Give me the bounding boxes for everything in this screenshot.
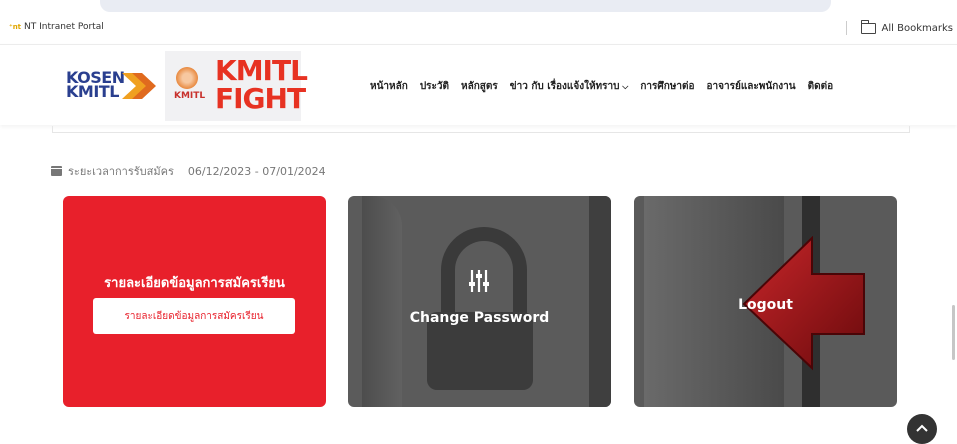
logout-label: Logout bbox=[738, 297, 793, 313]
logo-kosen-line2: KMITL bbox=[66, 82, 119, 101]
nt-favicon-icon: ⁺nt bbox=[9, 23, 22, 31]
site-header: KOSEN KMITL KMITL KMITL FIGHT หน้าหลัก ป… bbox=[0, 44, 957, 125]
chevron-logo-icon bbox=[122, 73, 156, 99]
main-nav: หน้าหลัก ประวัติ หลักสูตร ข่าว กับ เรื่อ… bbox=[370, 79, 833, 94]
content-divider-box bbox=[52, 126, 910, 133]
logout-card[interactable]: Logout bbox=[634, 196, 897, 407]
lock-background-edge bbox=[589, 196, 611, 407]
nav-staff[interactable]: อาจารย์และพนักงาน bbox=[707, 79, 796, 94]
bookmarks-divider bbox=[845, 21, 847, 35]
all-bookmarks-button[interactable]: All Bookmarks bbox=[845, 19, 953, 35]
nav-news-dropdown[interactable]: ข่าว กับ เรื่องแจ้งให้ทราบ bbox=[510, 79, 629, 94]
fight-logo-top: KMITL bbox=[215, 54, 308, 87]
calendar-icon bbox=[51, 166, 62, 176]
nav-history[interactable]: ประวัติ bbox=[420, 79, 449, 94]
lock-background-shape bbox=[362, 196, 402, 407]
address-bar[interactable] bbox=[100, 0, 831, 12]
change-password-label: Change Password bbox=[409, 310, 550, 326]
application-details-button[interactable]: รายละเอียดข้อมูลการสมัครเรียน bbox=[93, 298, 295, 334]
chevron-up-icon bbox=[916, 424, 928, 432]
kmitl-fight-logo[interactable]: KMITL KMITL FIGHT bbox=[165, 51, 308, 121]
kmitl-emblem-text: KMITL bbox=[174, 91, 206, 101]
sliders-icon bbox=[469, 270, 489, 292]
application-details-title: รายละเอียดข้อมูลการสมัครเรียน bbox=[104, 276, 285, 291]
nav-further-study[interactable]: การศึกษาต่อ bbox=[640, 79, 694, 94]
nav-curriculum[interactable]: หลักสูตร bbox=[461, 79, 498, 94]
all-bookmarks-label: All Bookmarks bbox=[881, 22, 953, 34]
browser-bookmarks-bar: ⁺nt NT Intranet Portal All Bookmarks bbox=[0, 0, 957, 44]
change-password-card[interactable]: Change Password bbox=[348, 196, 611, 407]
bookmark-nt-intranet[interactable]: ⁺nt NT Intranet Portal bbox=[9, 22, 104, 32]
nav-contact[interactable]: ติดต่อ bbox=[808, 79, 834, 94]
scrollbar-thumb[interactable] bbox=[952, 305, 955, 360]
fight-logo-bottom: FIGHT bbox=[215, 82, 306, 115]
kosen-kmitl-logo[interactable]: KOSEN KMITL bbox=[66, 67, 158, 107]
application-details-card: รายละเอียดข้อมูลการสมัครเรียน รายละเอียด… bbox=[63, 196, 326, 407]
kmitl-emblem-icon bbox=[176, 67, 198, 89]
period-label: ระยะเวลาการรับสมัคร bbox=[68, 165, 174, 178]
nav-home[interactable]: หน้าหลัก bbox=[370, 79, 408, 94]
folder-icon bbox=[860, 19, 876, 34]
application-period: ระยะเวลาการรับสมัคร 06/12/2023 - 07/01/2… bbox=[51, 162, 326, 180]
bookmark-label: NT Intranet Portal bbox=[24, 22, 104, 32]
period-value: 06/12/2023 - 07/01/2024 bbox=[187, 164, 326, 178]
